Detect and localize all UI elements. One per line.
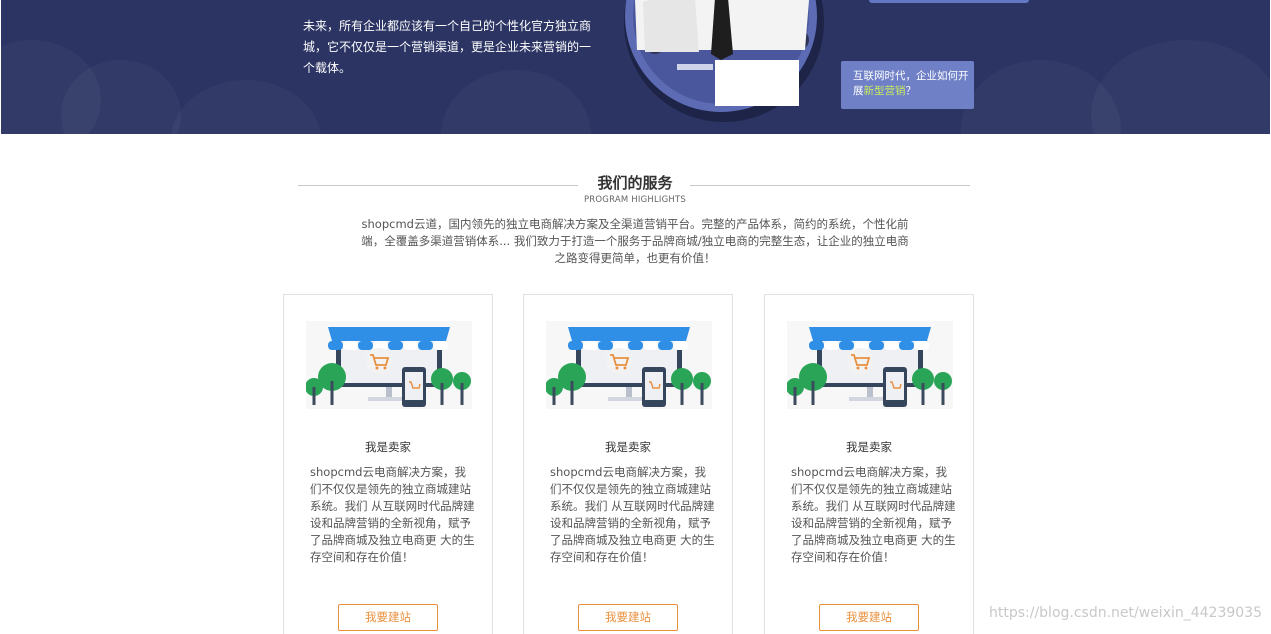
card-title: 我是卖家: [365, 440, 411, 454]
service-card: 我是卖家 shopcmd云电商解决方案，我们不仅仅是领先的独立商城建站系统。我们…: [283, 294, 493, 634]
card-description: shopcmd云电商解决方案，我们不仅仅是领先的独立商城建站系统。我们 从互联网…: [310, 465, 475, 564]
storefront-illustration: [546, 321, 712, 409]
title-divider-right: [690, 185, 970, 186]
card-description: shopcmd云电商解决方案，我们不仅仅是领先的独立商城建站系统。我们 从互联网…: [550, 465, 715, 564]
build-site-button[interactable]: 我要建站: [819, 604, 919, 631]
businessman-illustration: [624, 0, 824, 122]
cloud-decoration: [1091, 40, 1270, 134]
section-subtitle: PROGRAM HIGHLIGHTS: [583, 195, 686, 205]
build-site-button[interactable]: 我要建站: [578, 604, 678, 631]
speech-bubble: 互联网时代，企业如何开展新型营销？: [841, 61, 974, 109]
hero-text: 未来，所有企业都应该有一个自己的个性化官方独立商城，它不仅仅是一个营销渠道，更是…: [303, 19, 592, 75]
hero-banner: 未来，所有企业都应该有一个自己的个性化官方独立商城，它不仅仅是一个营销渠道，更是…: [1, 0, 1270, 134]
cloud-decoration: [171, 80, 321, 134]
card-title: 我是卖家: [605, 440, 651, 454]
cloud-decoration: [441, 70, 591, 134]
build-site-button[interactable]: 我要建站: [338, 604, 438, 631]
card-description: shopcmd云电商解决方案，我们不仅仅是领先的独立商城建站系统。我们 从互联网…: [791, 465, 956, 564]
speech-bubble-top: [869, 0, 1029, 3]
storefront-illustration: [306, 321, 472, 409]
service-card: 我是卖家 shopcmd云电商解决方案，我们不仅仅是领先的独立商城建站系统。我们…: [764, 294, 974, 634]
service-card: 我是卖家 shopcmd云电商解决方案，我们不仅仅是领先的独立商城建站系统。我们…: [523, 294, 733, 634]
title-divider-left: [298, 185, 578, 186]
section-title: 我们的服务: [597, 174, 673, 192]
bubble-highlight: 新型营销: [863, 85, 906, 97]
bubble-suffix: ？: [905, 85, 917, 97]
watermark: https://blog.csdn.net/weixin_44239035: [988, 605, 1262, 621]
card-title: 我是卖家: [846, 440, 892, 454]
section-description: shopcmd云道，国内领先的独立电商解决方案及全渠道营销平台。完整的产品体系，…: [361, 217, 909, 265]
storefront-illustration: [787, 321, 953, 409]
